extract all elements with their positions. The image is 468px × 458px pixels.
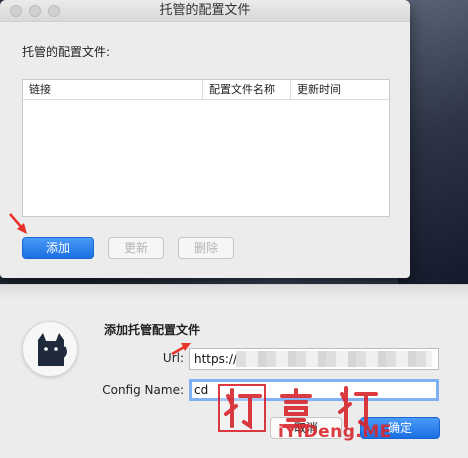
table-header: 链接 配置文件名称 更新时间 bbox=[23, 80, 389, 100]
watermark-url: iYiDeng.ME bbox=[278, 422, 392, 442]
column-header-update-time[interactable]: 更新时间 bbox=[291, 80, 389, 99]
table-actions: 添加 更新 删除 bbox=[22, 237, 234, 259]
annotation-arrow-icon bbox=[171, 343, 191, 356]
url-input[interactable]: https:// bbox=[189, 348, 439, 370]
cat-icon bbox=[38, 333, 67, 366]
app-icon bbox=[22, 321, 78, 377]
managed-config-window: 托管的配置文件 托管的配置文件: 链接 配置文件名称 更新时间 添加 更新 删除 bbox=[0, 0, 410, 278]
sheet-top-edge bbox=[0, 285, 468, 299]
column-header-link[interactable]: 链接 bbox=[23, 80, 203, 99]
redacted-url bbox=[236, 351, 432, 367]
annotation-arrow-icon bbox=[9, 213, 27, 234]
sheet-title: 添加托管配置文件 bbox=[104, 323, 201, 337]
close-button[interactable] bbox=[10, 5, 22, 17]
delete-button[interactable]: 删除 bbox=[178, 237, 234, 259]
minimize-button[interactable] bbox=[29, 5, 41, 17]
window-titlebar: 托管的配置文件 bbox=[0, 0, 410, 22]
window-title: 托管的配置文件 bbox=[159, 3, 251, 18]
config-table[interactable]: 链接 配置文件名称 更新时间 bbox=[22, 79, 390, 217]
watermark: iYiDeng.ME bbox=[218, 382, 444, 458]
add-button[interactable]: 添加 bbox=[22, 237, 94, 259]
zoom-button[interactable] bbox=[48, 5, 60, 17]
section-label: 托管的配置文件: bbox=[22, 45, 111, 59]
window-controls bbox=[10, 5, 60, 17]
url-input-value: https:// bbox=[194, 352, 238, 366]
update-button[interactable]: 更新 bbox=[108, 237, 164, 259]
config-name-label: Config Name: bbox=[102, 383, 184, 397]
column-header-config-name[interactable]: 配置文件名称 bbox=[203, 80, 291, 99]
